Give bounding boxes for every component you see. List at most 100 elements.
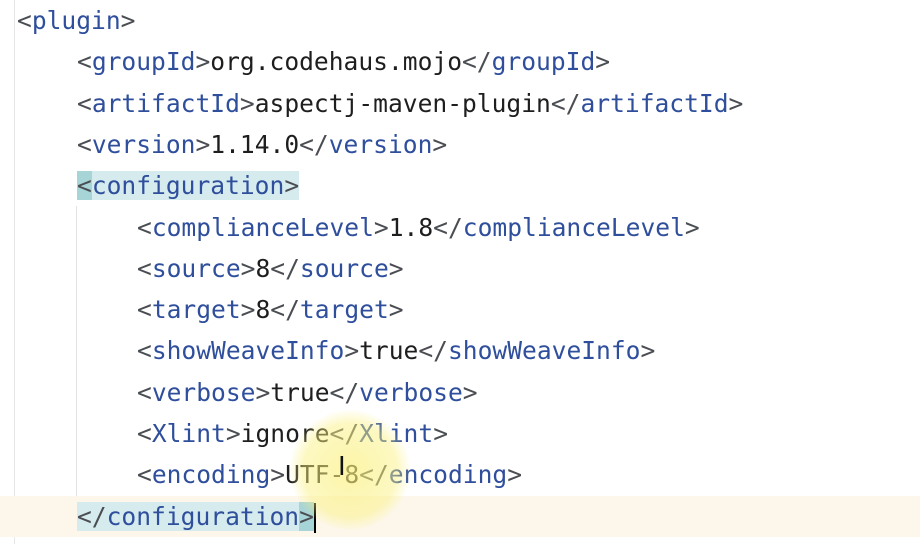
code-line[interactable]: <source>8</source> (137, 248, 404, 289)
text-cursor-icon: I (338, 452, 346, 482)
code-line[interactable]: <verbose>true</verbose> (137, 372, 478, 413)
bracket: < (137, 336, 152, 366)
close-tag: </groupId> (462, 47, 610, 76)
tag-name: plugin (31, 6, 121, 35)
close-tag: </verbose> (330, 378, 478, 407)
close-tag: </configuration> (77, 501, 314, 531)
element-value: 1.14.0 (210, 129, 300, 159)
close-tag: </version> (299, 130, 447, 159)
tag-name: artifactId (580, 88, 729, 118)
bracket: > (344, 336, 360, 366)
bracket: > (388, 295, 404, 325)
bracket: > (433, 419, 448, 448)
bracket: < (77, 129, 92, 159)
text-caret (313, 502, 316, 533)
bracket: < (137, 253, 152, 283)
code-line[interactable]: <version>1.14.0</version> (77, 124, 447, 165)
open-tag: <source> (137, 254, 255, 283)
close-tag: </source> (270, 254, 403, 283)
tag-name: Xlint (359, 419, 434, 448)
bracket: > (462, 377, 478, 407)
bracket: < (77, 47, 92, 77)
element-value: true (359, 336, 419, 366)
tag-name: configuration (106, 501, 300, 531)
close-tag: </encoding> (359, 460, 522, 489)
bracket: > (299, 501, 314, 531)
bracket: > (239, 88, 255, 118)
bracket: < (137, 295, 152, 325)
tag-name: artifactId (91, 88, 240, 118)
tag-name: configuration (91, 171, 285, 201)
open-tag: <artifactId> (77, 89, 255, 118)
bracket: < (137, 460, 152, 490)
code-line[interactable]: <plugin> (17, 0, 135, 41)
bracket: </ (77, 501, 107, 531)
tag-name: showWeaveInfo (151, 336, 345, 366)
tag-name: target (299, 295, 389, 325)
bracket: </ (299, 129, 329, 159)
close-tag: </showWeaveInfo> (418, 336, 655, 365)
element-value: 8 (255, 295, 271, 325)
element-value: 1.8 (388, 212, 434, 242)
tag-name: complianceLevel (462, 212, 685, 242)
bracket: > (507, 460, 523, 490)
bracket: > (284, 171, 300, 201)
element-value: 8 (255, 253, 271, 283)
code-line[interactable]: <Xlint>ignore</Xlint> (137, 413, 448, 454)
bracket: </ (329, 419, 360, 448)
open-tag: <verbose> (137, 378, 270, 407)
bracket: < (17, 6, 32, 35)
open-tag: <plugin> (17, 6, 135, 35)
bracket: </ (462, 47, 492, 77)
bracket: > (195, 129, 211, 159)
indent-guide (76, 206, 77, 496)
code-line[interactable]: <showWeaveInfo>true</showWeaveInfo> (137, 330, 655, 371)
tag-name: complianceLevel (151, 212, 374, 242)
tag-name: source (299, 253, 389, 283)
element-value: ignore (240, 419, 330, 448)
tag-name: source (151, 253, 241, 283)
code-line[interactable]: </configuration> (77, 496, 316, 537)
open-tag: <encoding> (137, 460, 285, 489)
bracket: > (684, 212, 700, 242)
close-tag: </complianceLevel> (433, 213, 700, 242)
tag-name: verbose (359, 377, 463, 407)
code-line[interactable]: <encoding>UTF-8</encoding> (137, 454, 522, 495)
bracket: </ (359, 460, 389, 490)
open-tag: <configuration> (77, 171, 300, 201)
tag-name: groupId (91, 47, 196, 77)
tag-name: Xlint (151, 419, 226, 448)
code-line[interactable]: <target>8</target> (137, 289, 404, 330)
bracket: < (137, 419, 152, 448)
bracket: </ (270, 295, 300, 325)
tag-name: version (328, 129, 433, 159)
bracket: </ (329, 377, 360, 407)
bracket: </ (418, 336, 448, 366)
tag-name: encoding (388, 460, 508, 490)
tag-name: verbose (151, 377, 256, 407)
bracket: > (240, 253, 256, 283)
tag-name: target (151, 295, 241, 325)
tag-name: encoding (151, 460, 271, 490)
close-tag: </artifactId> (551, 89, 744, 118)
code-line[interactable]: <complianceLevel>1.8</complianceLevel> (137, 207, 700, 248)
code-line[interactable]: <artifactId>aspectj-maven-plugin</artifa… (77, 83, 743, 124)
close-tag: </target> (270, 295, 403, 324)
bracket: > (240, 295, 256, 325)
bracket: > (728, 88, 744, 118)
bracket: </ (550, 88, 581, 118)
bracket: > (432, 129, 448, 159)
bracket: > (195, 47, 211, 77)
gutter-border (14, 0, 15, 544)
bracket: > (373, 212, 389, 242)
tag-name: showWeaveInfo (447, 336, 641, 366)
close-tag: </Xlint> (330, 419, 448, 448)
open-tag: <complianceLevel> (137, 213, 389, 242)
code-line[interactable]: <configuration> (77, 165, 300, 206)
element-value: org.codehaus.mojo (210, 47, 462, 77)
bracket: > (388, 253, 404, 283)
bracket: < (77, 171, 92, 201)
element-value: aspectj-maven-plugin (254, 88, 551, 118)
code-line[interactable]: <groupId>org.codehaus.mojo</groupId> (77, 41, 610, 82)
bracket: > (255, 377, 271, 407)
